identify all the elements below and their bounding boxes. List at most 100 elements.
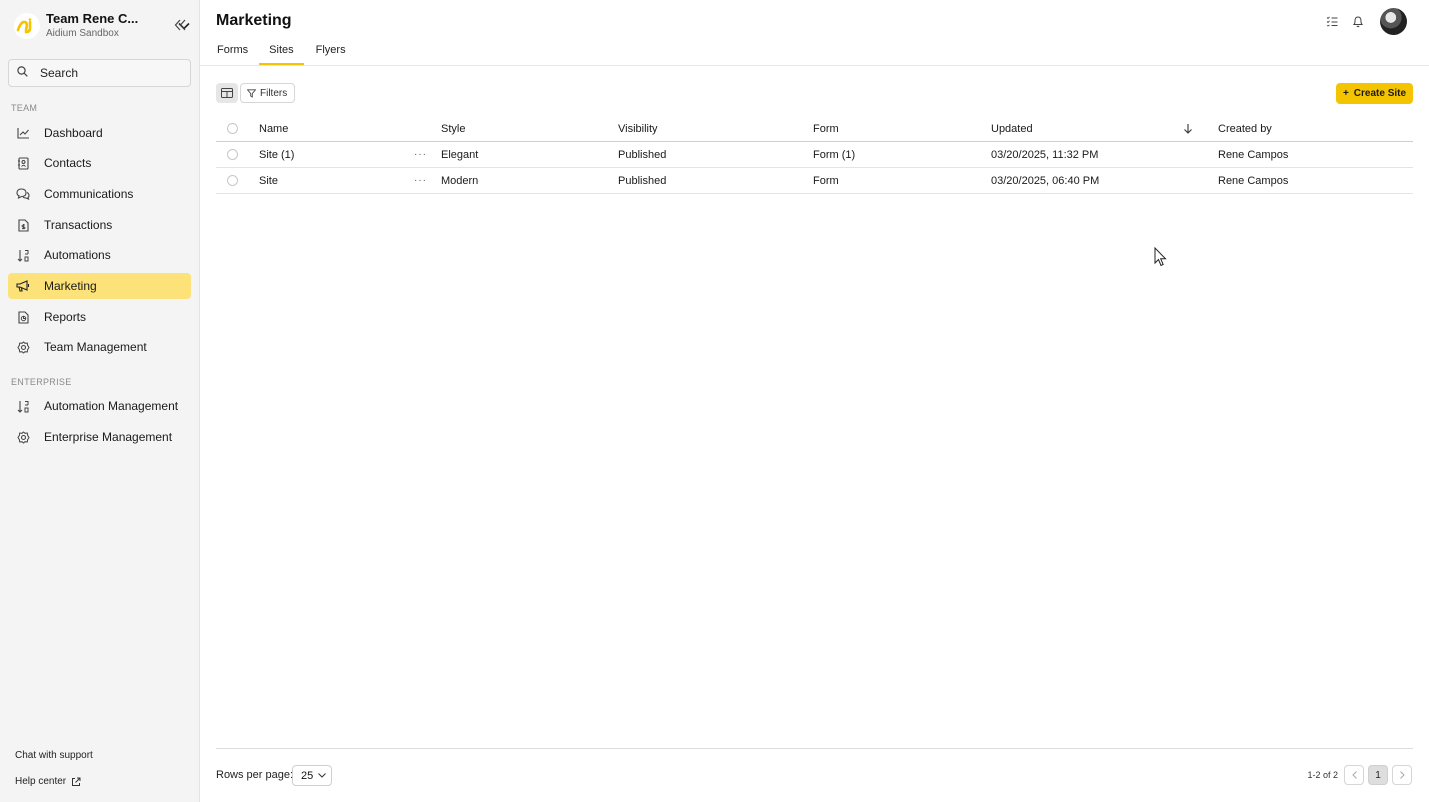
sidebar-item-marketing[interactable]: Marketing	[8, 273, 191, 299]
sidebar-item-label: Reports	[44, 310, 87, 324]
sidebar-item-transactions[interactable]: Transactions	[8, 212, 191, 238]
chevron-down-icon	[318, 773, 327, 778]
filters-button[interactable]: Filters	[240, 83, 295, 103]
filters-label: Filters	[260, 87, 288, 99]
column-header-created-by[interactable]: Created by	[1218, 116, 1272, 141]
team-switcher[interactable]: Team Rene C... Aidium Sandbox	[14, 11, 192, 41]
sidebar-item-team-management[interactable]: Team Management	[8, 334, 191, 360]
chart-line-icon	[16, 126, 30, 140]
contacts-book-icon	[16, 156, 30, 170]
site-name-cell[interactable]: Site	[259, 168, 278, 193]
tab-forms[interactable]: Forms	[216, 40, 249, 65]
sidebar-item-reports[interactable]: Reports	[8, 304, 191, 330]
sidebar-item-label: Transactions	[44, 218, 113, 232]
site-name-cell[interactable]: Site (1)	[259, 142, 294, 167]
report-document-icon	[16, 310, 30, 324]
team-name: Team Rene C...	[46, 12, 139, 26]
checklist-icon[interactable]	[1324, 14, 1340, 30]
next-page-button[interactable]	[1392, 765, 1412, 785]
sidebar-item-enterprise-management[interactable]: Enterprise Management	[8, 424, 191, 450]
chevron-right-icon	[1399, 771, 1405, 779]
sidebar-item-automations[interactable]: Automations	[8, 242, 191, 268]
tab-flyers[interactable]: Flyers	[315, 40, 347, 65]
sidebar-item-label: Contacts	[44, 156, 92, 170]
mouse-cursor-icon	[1154, 246, 1168, 270]
created-by-cell: Rene Campos	[1218, 148, 1289, 161]
created-by-cell: Rene Campos	[1218, 174, 1289, 187]
more-actions-icon[interactable]: ···	[414, 142, 427, 167]
sort-numeric-icon	[16, 399, 30, 413]
sidebar-item-label: Automations	[44, 248, 111, 262]
pagination-range: 1-2 of 2	[1307, 770, 1338, 780]
form-cell: Form	[813, 174, 839, 187]
column-header-name[interactable]: Name	[259, 116, 288, 141]
more-actions-icon[interactable]: ···	[414, 168, 427, 193]
sort-numeric-icon	[16, 248, 30, 262]
team-section-label: TEAM	[11, 103, 38, 113]
main-content: Marketing Forms Sites Flyers Filters + C…	[200, 0, 1429, 802]
help-center-link[interactable]: Help center	[15, 776, 81, 787]
bell-icon[interactable]	[1350, 14, 1366, 30]
table-grid-icon	[221, 88, 233, 98]
sidebar-item-label: Communications	[44, 187, 134, 201]
sort-descending-icon[interactable]	[1183, 116, 1193, 141]
updated-cell: 03/20/2025, 06:40 PM	[991, 174, 1100, 187]
create-site-label: Create Site	[1353, 88, 1407, 99]
rows-per-page-value: 25	[301, 769, 314, 782]
gear-icon	[16, 340, 30, 354]
column-header-form[interactable]: Form	[813, 116, 839, 141]
external-link-icon	[71, 777, 81, 787]
sidebar-item-label: Marketing	[44, 279, 97, 293]
style-cell: Modern	[441, 174, 479, 187]
plus-icon: +	[1342, 88, 1349, 99]
row-checkbox[interactable]	[227, 149, 238, 160]
table-row[interactable]: Site ··· Modern Published Form 03/20/202…	[216, 168, 1413, 194]
tab-sites[interactable]: Sites	[259, 40, 304, 65]
team-subtitle: Aidium Sandbox	[46, 28, 119, 39]
sidebar-item-automation-management[interactable]: Automation Management	[8, 393, 191, 419]
table-row[interactable]: Site (1) ··· Elegant Published Form (1) …	[216, 142, 1413, 168]
sidebar-item-communications[interactable]: Communications	[8, 181, 191, 207]
filter-funnel-icon	[247, 88, 256, 98]
document-dollar-icon	[16, 218, 30, 232]
gear-icon	[16, 430, 30, 444]
sidebar-item-dashboard[interactable]: Dashboard	[8, 120, 191, 146]
aidium-logo-icon	[14, 13, 40, 39]
row-checkbox[interactable]	[227, 175, 238, 186]
avatar[interactable]	[1380, 8, 1407, 35]
updated-cell: 03/20/2025, 11:32 PM	[991, 148, 1099, 161]
chat-support-link[interactable]: Chat with support	[15, 750, 93, 761]
tabs-divider	[200, 65, 1429, 66]
sidebar-item-label: Dashboard	[44, 126, 103, 140]
table-view-toggle[interactable]	[216, 83, 238, 103]
sites-table: Name Style Visibility Form Updated Creat…	[216, 116, 1413, 194]
table-header-row: Name Style Visibility Form Updated Creat…	[216, 116, 1413, 142]
help-center-label: Help center	[15, 776, 67, 787]
sidebar-item-label: Automation Management	[44, 399, 179, 413]
select-all-checkbox[interactable]	[227, 123, 238, 134]
search-icon	[17, 66, 28, 80]
pagination-divider	[216, 748, 1413, 749]
tab-bar: Forms Sites Flyers	[216, 40, 366, 66]
collapse-sidebar-icon[interactable]	[172, 17, 188, 33]
rows-per-page-label: Rows per page:	[216, 769, 294, 781]
search-box[interactable]	[8, 59, 191, 87]
sidebar-item-label: Enterprise Management	[44, 430, 173, 444]
sidebar: Team Rene C... Aidium Sandbox TEAM Dashb…	[0, 0, 200, 802]
chevron-left-icon	[1351, 771, 1357, 779]
megaphone-icon	[16, 279, 30, 293]
create-site-button[interactable]: + Create Site	[1336, 83, 1413, 104]
page-title: Marketing	[216, 12, 292, 29]
search-input[interactable]	[40, 66, 180, 80]
sidebar-item-contacts[interactable]: Contacts	[8, 150, 191, 176]
column-header-updated[interactable]: Updated	[991, 116, 1033, 141]
sidebar-item-label: Team Management	[44, 340, 147, 354]
page-button-current[interactable]: 1	[1368, 765, 1388, 785]
rows-per-page-select[interactable]: 25	[292, 765, 332, 786]
form-cell: Form (1)	[813, 148, 856, 161]
chat-bubbles-icon	[16, 187, 30, 201]
previous-page-button[interactable]	[1344, 765, 1364, 785]
column-header-style[interactable]: Style	[441, 116, 465, 141]
column-header-visibility[interactable]: Visibility	[618, 116, 658, 141]
visibility-cell: Published	[618, 174, 667, 187]
